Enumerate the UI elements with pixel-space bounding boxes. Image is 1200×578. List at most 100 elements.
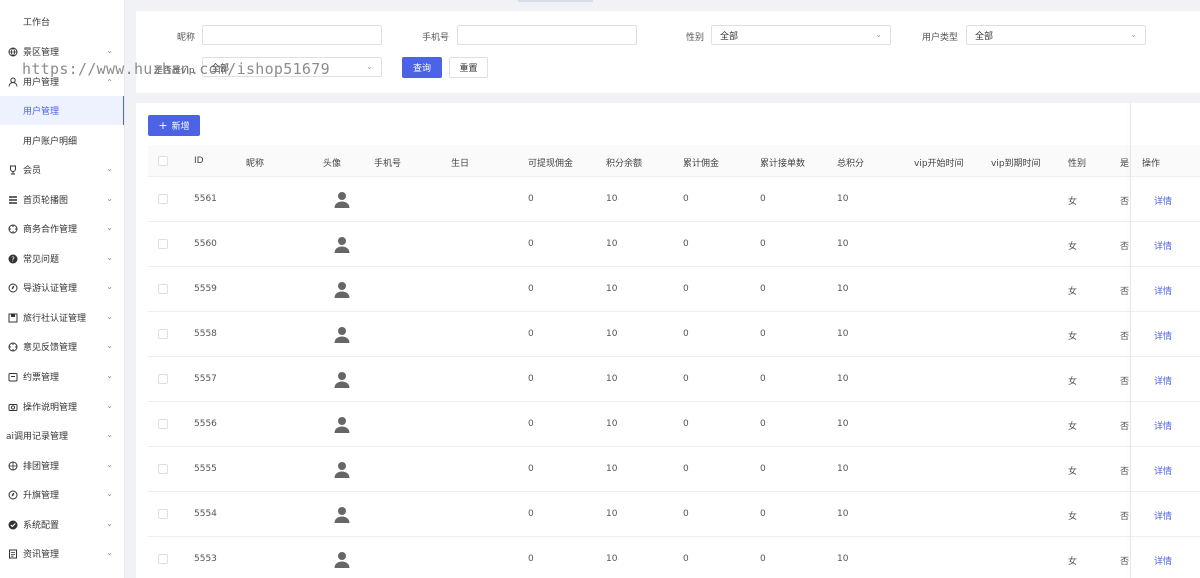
cell-gender: 女 (1068, 242, 1078, 252)
svg-text:?: ? (11, 255, 15, 263)
chevron-down-icon: ⌄ (106, 341, 113, 350)
sidebar-item-home-carousel[interactable]: 首页轮播图 ⌄ (0, 185, 124, 214)
chevron-down-icon: ⌄ (106, 253, 113, 262)
sidebar-item-ticket[interactable]: 约票管理 ⌄ (0, 362, 124, 391)
cell-withdrawable: 0 (528, 329, 534, 339)
chevron-down-icon: ⌄ (106, 223, 113, 232)
row-checkbox[interactable] (158, 374, 168, 384)
col-withdrawable: 可提现佣金 (528, 159, 574, 169)
cell-points: 10 (606, 194, 618, 204)
cell-orders: 0 (760, 509, 766, 519)
list-icon (8, 195, 18, 205)
sidebar-item-feedback[interactable]: 意见反馈管理 ⌄ (0, 332, 124, 361)
cell-withdrawable: 0 (528, 419, 534, 429)
cell-points: 10 (606, 284, 618, 294)
table-header: ID 昵称 头像 手机号 生日 可提现佣金 积分余额 累计佣金 累计接单数 总积… (148, 145, 1200, 177)
sidebar-item-business-cooperation[interactable]: 商务合作管理 ⌄ (0, 214, 124, 243)
reset-button[interactable]: 重置 (449, 57, 488, 78)
nickname-input[interactable] (202, 25, 382, 45)
cell-withdrawable: 0 (528, 554, 534, 564)
cell-points: 10 (606, 464, 618, 474)
sidebar-item-label: 意见反馈管理 (23, 343, 78, 353)
sidebar-item-group-schedule[interactable]: 排团管理 ⌄ (0, 451, 124, 480)
sidebar-item-instructions[interactable]: 操作说明管理 ⌄ (0, 392, 124, 421)
cell-is-vip: 否 (1120, 422, 1130, 432)
cell-points: 10 (606, 239, 618, 249)
sidebar-item-agency-cert[interactable]: 旅行社认证管理 ⌄ (0, 303, 124, 332)
detail-link[interactable]: 详情 (1154, 509, 1172, 522)
gender-select[interactable]: 全部 ⌄ (711, 25, 891, 45)
sidebar-item-label: 常见问题 (23, 255, 60, 265)
phone-input[interactable] (457, 25, 637, 45)
sidebar-item-label: 资讯管理 (23, 550, 60, 560)
detail-link[interactable]: 详情 (1154, 554, 1172, 567)
sidebar-item-faq[interactable]: ? 常见问题 ⌄ (0, 244, 124, 273)
query-button[interactable]: 查询 (402, 57, 442, 78)
select-all-checkbox[interactable] (158, 156, 168, 166)
cell-commission: 0 (683, 374, 689, 384)
row-checkbox[interactable] (158, 509, 168, 519)
cell-withdrawable: 0 (528, 284, 534, 294)
cell-id: 5553 (194, 554, 217, 564)
cell-id: 5554 (194, 509, 217, 519)
sidebar-item-member[interactable]: 会员 ⌄ (0, 155, 124, 184)
chevron-down-icon: ⌄ (106, 371, 113, 380)
sidebar-item-system-config[interactable]: 系统配置 ⌄ (0, 510, 124, 539)
cell-points: 10 (606, 329, 618, 339)
detail-link[interactable]: 详情 (1154, 194, 1172, 207)
detail-link[interactable]: 详情 (1154, 374, 1172, 387)
cell-total-points: 10 (837, 194, 849, 204)
row-checkbox[interactable] (158, 464, 168, 474)
col-birthday: 生日 (451, 159, 470, 169)
col-commission: 累计佣金 (683, 159, 720, 169)
cell-total-points: 10 (837, 329, 849, 339)
sidebar-item-flag-raising[interactable]: 升旗管理 ⌄ (0, 480, 124, 509)
cell-commission: 0 (683, 554, 689, 564)
target-icon (8, 224, 18, 234)
sidebar-item-label: 约票管理 (23, 373, 60, 383)
cell-gender: 女 (1068, 512, 1078, 522)
add-button-label: 新增 (171, 122, 190, 132)
detail-link[interactable]: 详情 (1154, 329, 1172, 342)
cell-is-vip: 否 (1120, 287, 1130, 297)
detail-link[interactable]: 详情 (1154, 239, 1172, 252)
detail-link[interactable]: 详情 (1154, 284, 1172, 297)
sidebar-subitem-user-management[interactable]: 用户管理 (0, 96, 124, 125)
cell-id: 5556 (194, 419, 217, 429)
cell-total-points: 10 (837, 554, 849, 564)
cell-commission: 0 (683, 284, 689, 294)
col-nickname: 昵称 (246, 159, 265, 169)
row-checkbox[interactable] (158, 419, 168, 429)
user-icon (8, 77, 18, 87)
cell-id: 5560 (194, 239, 217, 249)
sidebar-item-dashboard[interactable]: 工作台 (0, 7, 124, 36)
row-checkbox[interactable] (158, 329, 168, 339)
row-checkbox[interactable] (158, 554, 168, 564)
row-checkbox[interactable] (158, 284, 168, 294)
sidebar-item-ai-records[interactable]: ai调用记录管理 ⌄ (0, 421, 124, 450)
sidebar-item-news[interactable]: 资讯管理 ⌄ (0, 539, 124, 568)
plus-icon: + (158, 119, 168, 132)
compass-icon (8, 490, 18, 500)
cell-commission: 0 (683, 194, 689, 204)
row-checkbox[interactable] (158, 239, 168, 249)
cell-total-points: 10 (837, 374, 849, 384)
cell-is-vip: 否 (1120, 467, 1130, 477)
detail-link[interactable]: 详情 (1154, 419, 1172, 432)
col-is-vip: 是 (1120, 159, 1130, 169)
cell-orders: 0 (760, 239, 766, 249)
table-row: 5557 0 10 0 0 10 女 否 详情 (148, 357, 1200, 402)
row-checkbox[interactable] (158, 194, 168, 204)
cell-gender: 女 (1068, 467, 1078, 477)
detail-link[interactable]: 详情 (1154, 464, 1172, 477)
sidebar-item-label: 操作说明管理 (23, 403, 78, 413)
target-icon (8, 342, 18, 352)
avatar-icon (334, 416, 350, 434)
basketball-icon (8, 461, 18, 471)
usertype-select[interactable]: 全部 ⌄ (966, 25, 1146, 45)
sidebar-item-guide-cert[interactable]: 导游认证管理 ⌄ (0, 273, 124, 302)
check-circle-icon (8, 520, 18, 530)
sidebar-item-label: 工作台 (23, 18, 51, 28)
sidebar-subitem-user-account-detail[interactable]: 用户账户明细 (0, 126, 124, 155)
add-button[interactable]: + 新增 (148, 115, 200, 136)
